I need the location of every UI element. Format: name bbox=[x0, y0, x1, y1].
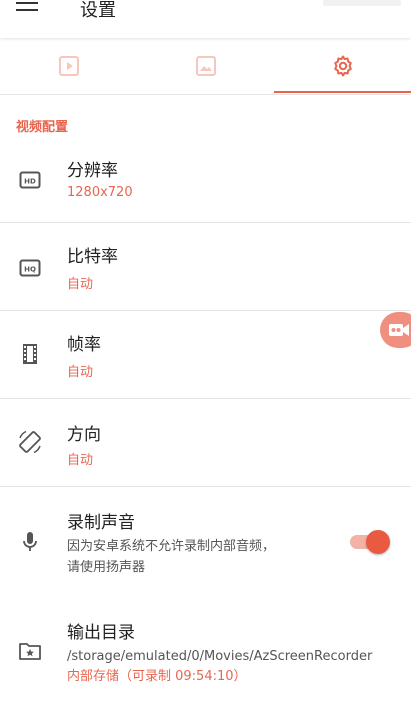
gear-icon bbox=[333, 55, 352, 77]
section-header-video-config: 视频配置 bbox=[16, 120, 69, 135]
svg-text:HD: HD bbox=[24, 178, 36, 186]
svg-text:HQ: HQ bbox=[24, 266, 36, 274]
watermark bbox=[323, 0, 401, 6]
tab-videos[interactable] bbox=[0, 38, 137, 94]
hamburger-menu-icon[interactable] bbox=[16, 0, 42, 18]
video-camera-icon bbox=[389, 324, 409, 336]
toggle-thumb bbox=[366, 530, 390, 554]
folder-star-icon bbox=[16, 637, 44, 665]
microphone-icon bbox=[16, 528, 44, 556]
divider bbox=[0, 398, 411, 399]
resolution-title: 分辨率 bbox=[67, 161, 118, 181]
orientation-title: 方向 bbox=[67, 425, 101, 445]
image-icon bbox=[195, 56, 216, 76]
bitrate-title: 比特率 bbox=[67, 247, 118, 267]
setting-output-directory[interactable]: 输出目录 /storage/emulated/0/Movies/AzScreen… bbox=[0, 604, 411, 704]
bitrate-value: 自动 bbox=[67, 277, 94, 292]
divider bbox=[0, 222, 411, 223]
floating-record-button[interactable] bbox=[380, 312, 411, 348]
record-audio-title: 录制声音 bbox=[67, 513, 135, 533]
setting-bitrate[interactable]: HQ 比特率 自动 bbox=[0, 228, 411, 310]
setting-resolution[interactable]: HD 分辨率 1280x720 bbox=[0, 140, 411, 222]
film-icon bbox=[16, 340, 44, 368]
output-dir-title: 输出目录 bbox=[67, 623, 135, 643]
record-audio-toggle[interactable] bbox=[350, 528, 392, 556]
output-dir-path: /storage/emulated/0/Movies/AzScreenRecor… bbox=[67, 649, 373, 664]
tab-settings[interactable] bbox=[274, 38, 411, 94]
tab-indicator bbox=[274, 91, 411, 93]
video-play-icon bbox=[58, 56, 79, 76]
page-title: 设置 bbox=[80, 0, 116, 21]
app-bar: 设置 bbox=[0, 0, 411, 38]
framerate-value: 自动 bbox=[67, 365, 94, 380]
output-dir-storage: 内部存储（可录制 09:54:10） bbox=[67, 669, 247, 684]
tab-bar bbox=[0, 38, 411, 95]
divider bbox=[0, 310, 411, 311]
record-audio-desc-line2: 请使用扬声器 bbox=[67, 560, 146, 575]
tab-images[interactable] bbox=[137, 38, 274, 94]
resolution-value: 1280x720 bbox=[67, 185, 133, 200]
hq-icon: HQ bbox=[16, 254, 44, 282]
record-audio-desc-line1: 因为安卓系统不允许录制内部音频， bbox=[67, 539, 276, 554]
orientation-value: 自动 bbox=[67, 453, 94, 468]
setting-orientation[interactable]: 方向 自动 bbox=[0, 404, 411, 486]
hd-icon: HD bbox=[16, 166, 44, 194]
setting-framerate[interactable]: 帧率 自动 bbox=[0, 316, 411, 398]
framerate-title: 帧率 bbox=[67, 335, 101, 355]
screen-rotation-icon bbox=[16, 428, 44, 456]
divider bbox=[0, 486, 411, 487]
